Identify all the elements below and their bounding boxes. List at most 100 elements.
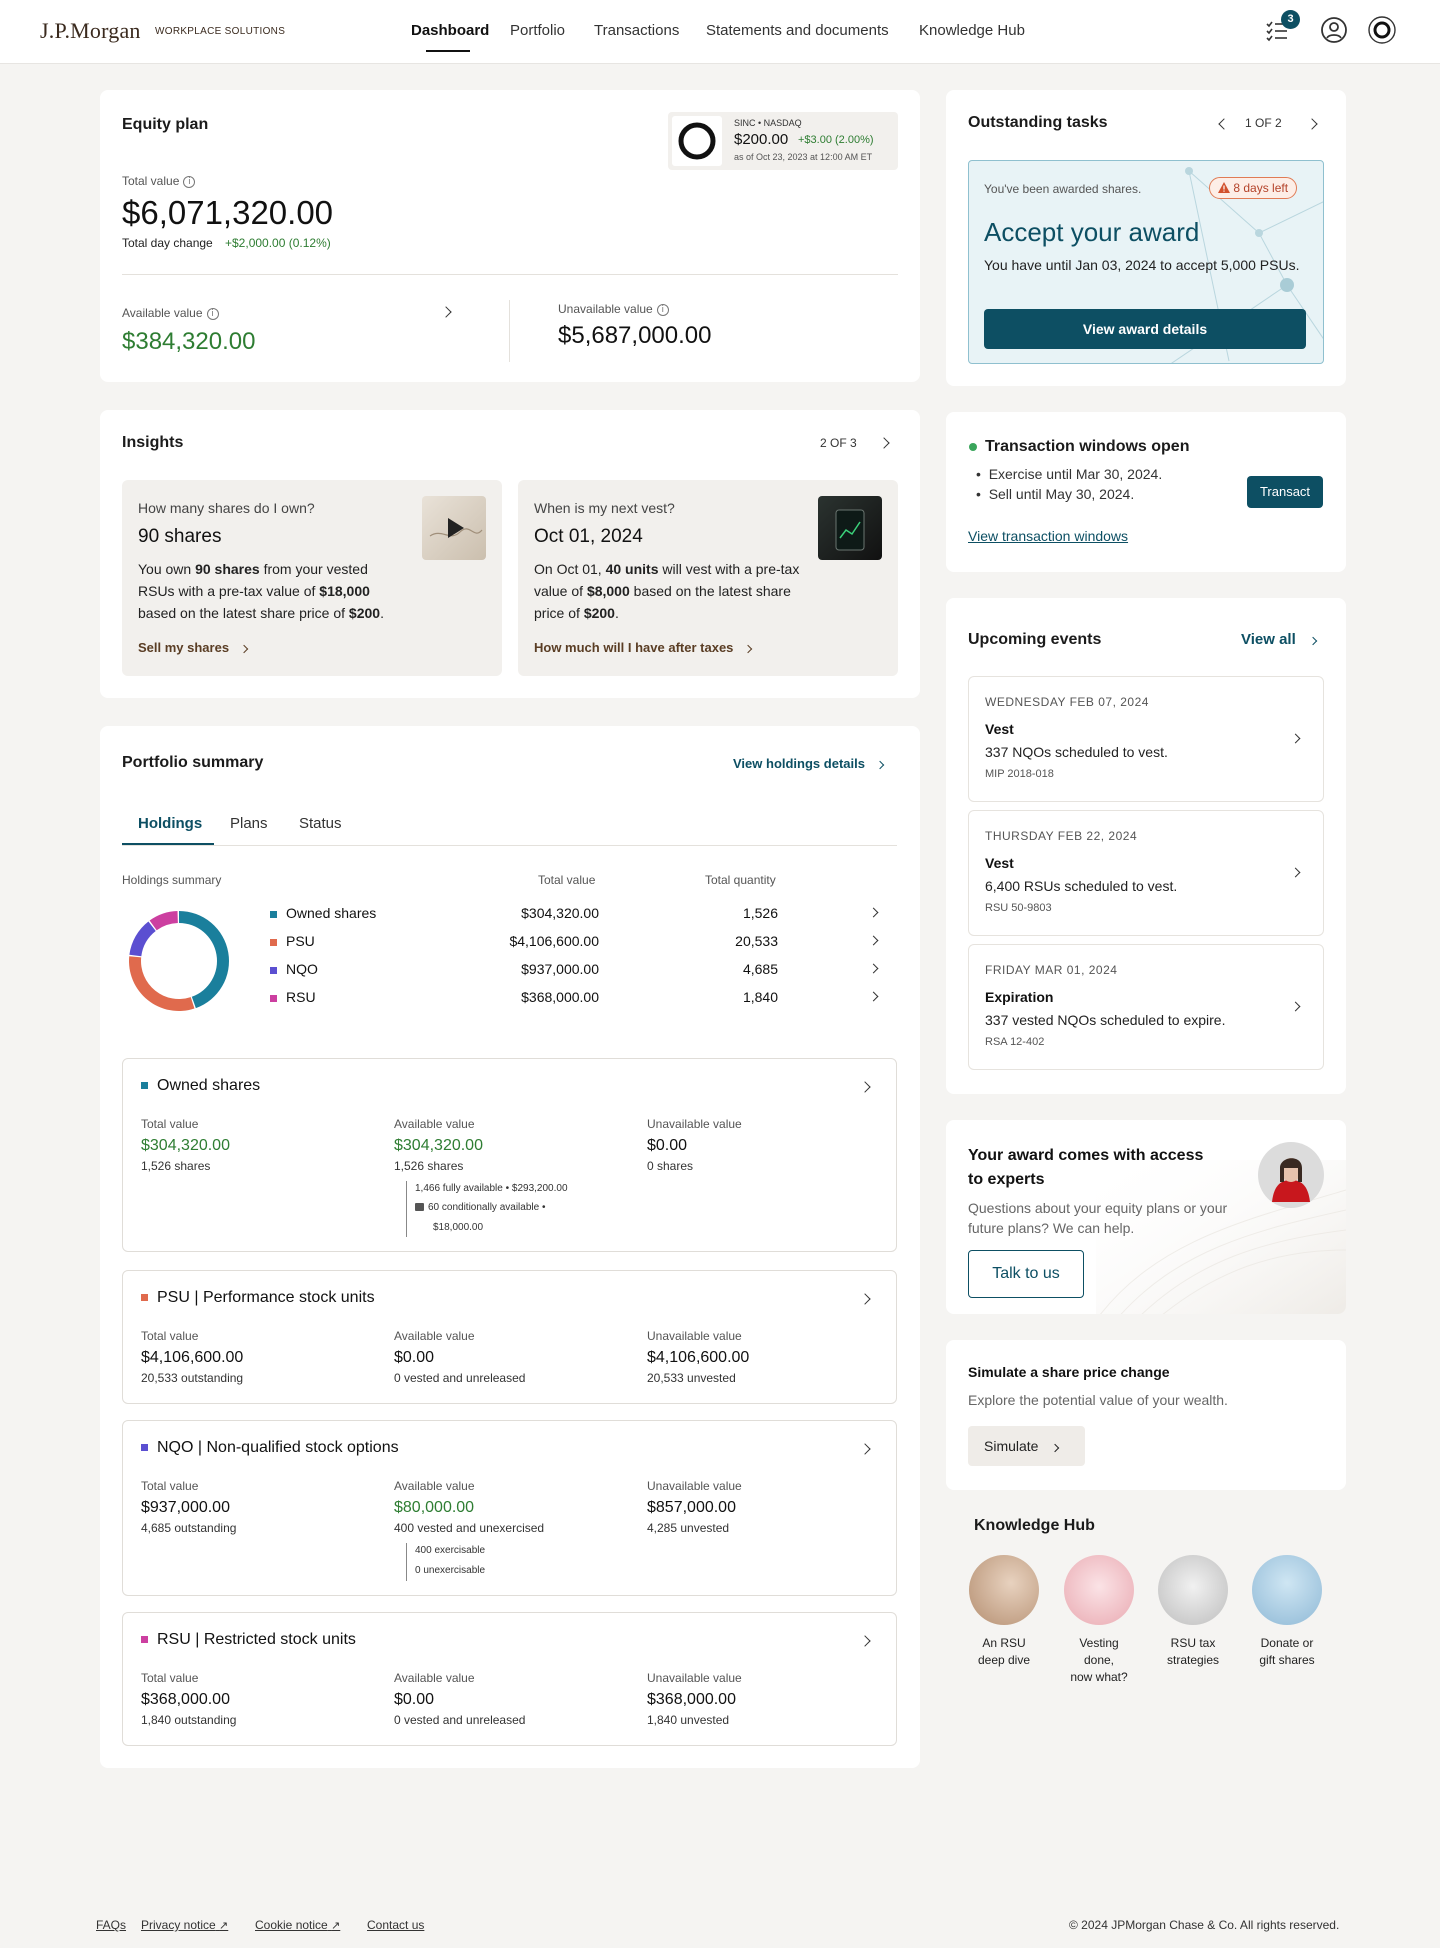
- breakdown-exercisable: 400 exercisable: [415, 1545, 486, 1556]
- donut-slice-psu: [129, 956, 195, 1011]
- available-value: $0.00: [394, 1691, 435, 1708]
- sell-shares-link[interactable]: Sell my shares: [138, 640, 248, 655]
- profile-icon[interactable]: [1319, 15, 1349, 45]
- knowledge-item-label: RSU tax strategies: [1166, 1636, 1220, 1667]
- tab-plans[interactable]: Plans: [230, 815, 268, 832]
- day-change-label: Total day change: [122, 236, 213, 250]
- nav-statements[interactable]: Statements and documents: [706, 22, 889, 39]
- footer-cookie-link[interactable]: Cookie notice ↗: [255, 1918, 340, 1932]
- event-item[interactable]: WEDNESDAY FEB 07, 2024 Vest 337 NQOs sched…: [968, 676, 1324, 802]
- unavailable-sub: 4,285 unvested: [647, 1521, 730, 1535]
- total-value: $937,000.00: [141, 1499, 230, 1516]
- view-transaction-windows-link[interactable]: View transaction windows: [968, 528, 1128, 544]
- insights-title: Insights: [122, 434, 184, 451]
- quote-asof: as of Oct 23, 2023 at 12:00 AM ET: [734, 152, 873, 162]
- chevron-right-icon[interactable]: [859, 1443, 871, 1455]
- warning-icon: [1218, 182, 1230, 193]
- after-taxes-link[interactable]: How much will I have after taxes: [534, 640, 753, 655]
- hands-thumbnail: [1252, 1555, 1322, 1625]
- total-value: $4,106,600.00: [141, 1349, 244, 1366]
- chevron-right-icon[interactable]: [859, 1635, 871, 1647]
- simulate-title: Simulate a share price change: [968, 1364, 1170, 1380]
- chevron-right-icon[interactable]: [859, 1293, 871, 1305]
- breakdown-line: [406, 1181, 407, 1237]
- holding-detail-card[interactable]: RSU | Restricted stock units Total value A…: [122, 1612, 897, 1746]
- view-award-details-button[interactable]: View award details: [984, 309, 1306, 349]
- logo[interactable]: J.P.Morgan: [40, 18, 141, 44]
- insights-card: Insights 2 OF 3 How many shares do I own…: [100, 410, 920, 698]
- unavailable-sub: 0 shares: [647, 1159, 694, 1173]
- knowledge-item-label: Vesting done, now what?: [1070, 1636, 1128, 1684]
- legend-swatch: [141, 1294, 148, 1302]
- event-item[interactable]: FRIDAY MAR 01, 2024 Expiration 337 vested …: [968, 944, 1324, 1070]
- view-holdings-link[interactable]: View holdings details: [733, 756, 885, 771]
- column-total-value: Total value: [538, 873, 596, 887]
- chevron-left-icon[interactable]: [1218, 118, 1230, 130]
- total-sub: 20,533 outstanding: [141, 1371, 244, 1385]
- holding-name: PSU: [270, 933, 315, 949]
- unavailable-value: $0.00: [647, 1137, 688, 1154]
- chevron-right-icon[interactable]: [1306, 118, 1318, 130]
- event-text: 337 vested NQOs scheduled to expire.: [985, 1012, 1226, 1028]
- total-value: $304,320.00: [141, 1137, 230, 1154]
- footer-privacy-link[interactable]: Privacy notice ↗: [141, 1918, 228, 1932]
- award-task: You've been awarded shares. 8 days left …: [968, 160, 1324, 364]
- tab-status[interactable]: Status: [299, 815, 342, 832]
- view-all-events-link[interactable]: View all: [1241, 631, 1318, 648]
- holding-quantity: 20,533: [735, 933, 778, 949]
- holding-detail-card[interactable]: Owned shares Total value Available value Un…: [122, 1058, 897, 1252]
- day-change-value: +$2,000.00 (0.12%): [225, 236, 331, 250]
- chevron-right-icon: [1290, 1001, 1301, 1012]
- footer-faqs-link[interactable]: FAQs: [96, 1918, 126, 1932]
- nav-dashboard[interactable]: Dashboard: [411, 22, 489, 39]
- transact-button[interactable]: Transact: [1247, 476, 1323, 508]
- holding-name: RSU: [270, 989, 316, 1005]
- knowledge-item-donate[interactable]: Donate or gift shares: [1251, 1555, 1323, 1669]
- holdings-donut-chart: [129, 911, 230, 1011]
- tab-holdings[interactable]: Holdings: [138, 815, 202, 832]
- nav-knowledge-hub[interactable]: Knowledge Hub: [919, 22, 1025, 39]
- info-icon[interactable]: i: [206, 307, 219, 320]
- total-value-label: Total value: [141, 1329, 199, 1343]
- experts-card: Your award comes with access to experts …: [946, 1120, 1346, 1314]
- holding-name: Owned shares: [270, 905, 376, 921]
- info-icon[interactable]: i: [183, 175, 196, 188]
- insight-card-vest: When is my next vest? Oct 01, 2024 On Oc…: [518, 480, 898, 676]
- knowledge-item-rsu-deep-dive[interactable]: An RSU deep dive: [968, 1555, 1040, 1669]
- knowledge-item-label: An RSU deep dive: [977, 1636, 1031, 1667]
- event-code: RSA 12-402: [985, 1036, 1045, 1048]
- total-value-label: Total value: [122, 174, 180, 188]
- chevron-right-icon[interactable]: [859, 1081, 871, 1093]
- event-date: FRIDAY MAR 01, 2024: [985, 963, 1118, 977]
- video-thumbnail[interactable]: [422, 496, 486, 560]
- talk-to-us-button[interactable]: Talk to us: [968, 1250, 1084, 1298]
- holding-quantity: 1,526: [742, 905, 778, 921]
- knowledge-item-vesting-done[interactable]: Vesting done, now what?: [1063, 1555, 1135, 1686]
- footer-contact-link[interactable]: Contact us: [367, 1918, 424, 1932]
- nav-portfolio[interactable]: Portfolio: [510, 22, 565, 39]
- rsu-deep-dive-thumbnail: [969, 1555, 1039, 1625]
- event-item[interactable]: THURSDAY FEB 22, 2024 Vest 6,400 RSUs sche…: [968, 810, 1324, 936]
- chevron-right-icon[interactable]: [440, 306, 452, 318]
- simulate-text: Explore the potential value of your weal…: [968, 1392, 1228, 1408]
- ring-logo-icon[interactable]: [1367, 15, 1397, 45]
- divider: [122, 274, 898, 275]
- available-value-label: Available value: [394, 1671, 475, 1685]
- knowledge-item-rsu-tax[interactable]: RSU tax strategies: [1157, 1555, 1229, 1669]
- nav-transactions[interactable]: Transactions: [594, 22, 679, 39]
- card-title: PSU | Performance stock units: [141, 1289, 375, 1307]
- unavailable-value-label: Unavailable value: [647, 1479, 742, 1493]
- status-dot-icon: [969, 443, 977, 451]
- simulate-button[interactable]: Simulate: [968, 1426, 1085, 1466]
- event-date: WEDNESDAY FEB 07, 2024: [985, 695, 1149, 709]
- upcoming-events-title: Upcoming events: [968, 631, 1102, 648]
- awarded-text: You've been awarded shares.: [984, 182, 1142, 196]
- event-text: 6,400 RSUs scheduled to vest.: [985, 878, 1178, 894]
- tasks-count-badge: 3: [1281, 10, 1300, 29]
- chevron-right-icon[interactable]: [878, 437, 890, 449]
- event-kind: Vest: [985, 855, 1014, 871]
- info-icon[interactable]: i: [656, 303, 669, 316]
- unavailable-value-label: Unavailable value: [647, 1671, 742, 1685]
- holding-detail-card[interactable]: PSU | Performance stock units Total value…: [122, 1270, 897, 1404]
- holding-detail-card[interactable]: NQO | Non-qualified stock options Total v…: [122, 1420, 897, 1596]
